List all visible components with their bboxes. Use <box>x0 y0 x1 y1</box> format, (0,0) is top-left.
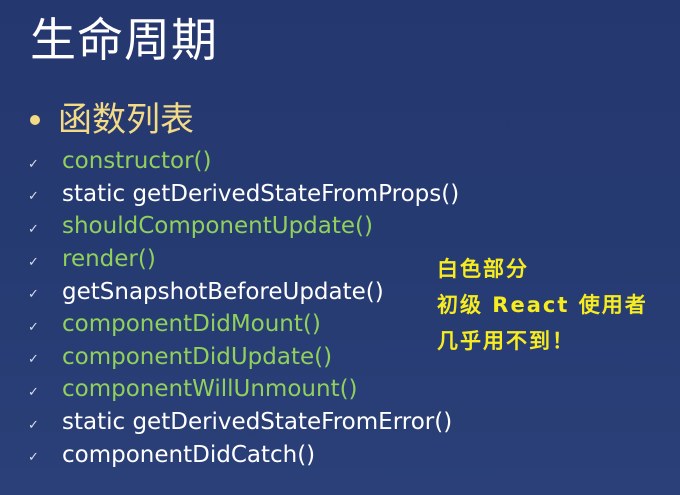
check-icon: ✓ <box>28 221 39 237</box>
list-item: ✓ render() <box>28 243 459 276</box>
method-name: static getDerivedStateFromError() <box>62 409 453 436</box>
list-item: ✓ shouldComponentUpdate() <box>28 210 459 243</box>
list-item: ✓ componentWillUnmount() <box>28 373 459 406</box>
annotation-note: 白色部分 初级 React 使用者 几乎用不到！ <box>437 251 648 359</box>
annotation-line: 白色部分 <box>437 257 529 281</box>
method-name: componentWillUnmount() <box>62 376 358 403</box>
list-item: ✓ componentDidUpdate() <box>28 341 459 374</box>
list-item: ✓ componentDidMount() <box>28 308 459 341</box>
list-item: ✓ getSnapshotBeforeUpdate() <box>28 275 459 308</box>
check-icon: ✓ <box>28 189 39 205</box>
page-title: 生命周期 <box>30 13 218 67</box>
section-heading: 函数列表 <box>30 98 194 142</box>
check-icon: ✓ <box>28 450 39 466</box>
check-icon: ✓ <box>28 352 39 368</box>
list-item: ✓ static getDerivedStateFromError() <box>28 406 459 439</box>
check-icon: ✓ <box>28 287 39 303</box>
check-icon: ✓ <box>28 417 39 433</box>
check-icon: ✓ <box>28 319 39 335</box>
list-item: ✓ componentDidCatch() <box>28 438 459 471</box>
lifecycle-method-list: ✓ constructor() ✓ static getDerivedStateFr… <box>28 145 459 471</box>
section-heading-label: 函数列表 <box>58 100 194 140</box>
check-icon: ✓ <box>28 384 39 400</box>
bullet-dot-icon <box>30 115 40 125</box>
method-name: shouldComponentUpdate() <box>62 213 373 240</box>
list-item: ✓ static getDerivedStateFromProps() <box>28 178 459 211</box>
method-name: render() <box>62 246 156 273</box>
annotation-line: 几乎用不到！ <box>437 329 575 353</box>
check-icon: ✓ <box>28 156 39 172</box>
annotation-line: 初级 React 使用者 <box>437 293 648 317</box>
method-name: componentDidUpdate() <box>62 343 333 370</box>
list-item: ✓ constructor() <box>28 145 459 178</box>
method-name: static getDerivedStateFromProps() <box>62 180 460 207</box>
method-name: getSnapshotBeforeUpdate() <box>62 278 384 305</box>
check-icon: ✓ <box>28 254 39 270</box>
method-name: componentDidCatch() <box>62 441 316 468</box>
method-name: componentDidMount() <box>62 311 321 338</box>
method-name: constructor() <box>62 148 212 175</box>
